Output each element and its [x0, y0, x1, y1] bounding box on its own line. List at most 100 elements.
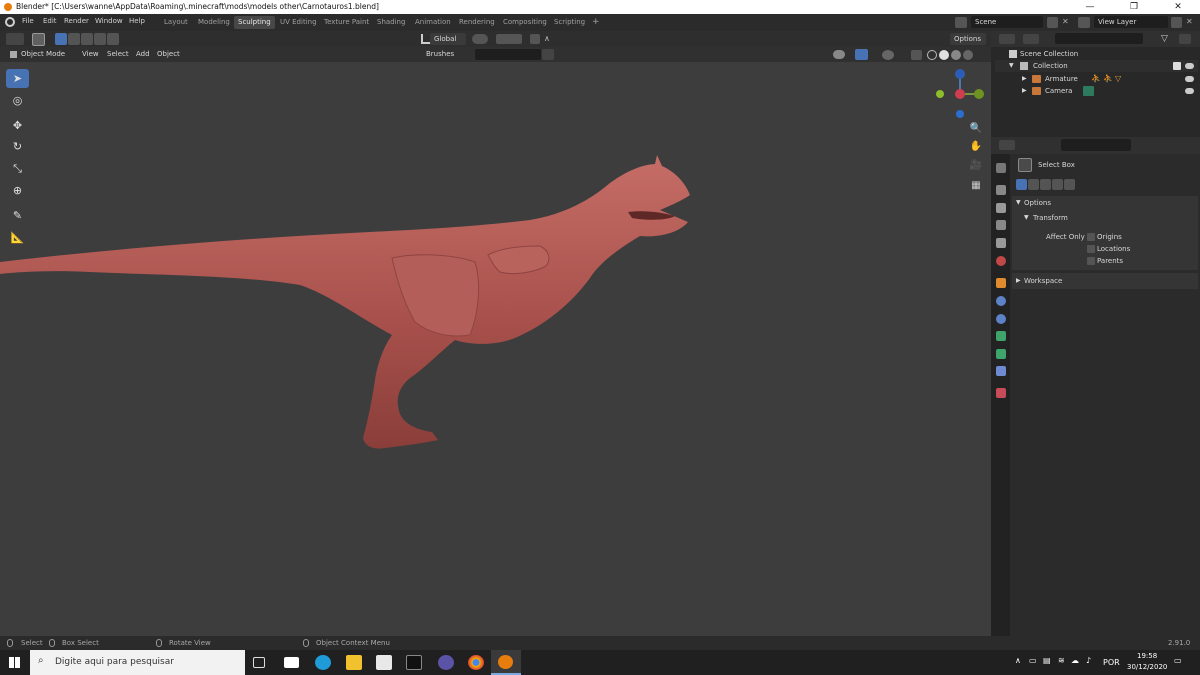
mode-subtract-icon[interactable]	[1040, 179, 1051, 190]
tab-scripting[interactable]: Scripting	[550, 16, 589, 29]
close-button[interactable]: ✕	[1156, 0, 1200, 14]
options-label[interactable]: Options	[1024, 199, 1051, 207]
parents-checkbox[interactable]	[1087, 257, 1095, 265]
select-tool-icon[interactable]: ➤	[6, 69, 29, 88]
tab-rendering[interactable]: Rendering	[455, 16, 499, 29]
scene-collection-row[interactable]: Scene Collection	[995, 48, 1198, 60]
outliner-item-armature[interactable]: ▶ Armature ⛹ ⛹ ▽	[995, 73, 1198, 85]
mode-new-icon[interactable]	[1016, 179, 1027, 190]
output-tab-icon[interactable]	[996, 203, 1006, 213]
new-view-layer-icon[interactable]	[1171, 17, 1182, 28]
rotate-tool-icon[interactable]: ↻	[6, 137, 29, 156]
menu-edit[interactable]: Edit	[43, 17, 57, 25]
render-tab-icon[interactable]	[996, 185, 1006, 195]
view-layer-icon[interactable]	[1078, 17, 1090, 28]
rendered-shading-icon[interactable]	[963, 50, 973, 60]
overlays-icon[interactable]	[882, 50, 894, 60]
filter-icon[interactable]: ▽	[1161, 34, 1171, 44]
menu-object[interactable]: Object	[157, 50, 180, 58]
pan-hand-icon[interactable]: ✋	[968, 139, 984, 155]
tab-animation[interactable]: Animation	[411, 16, 455, 29]
minimize-button[interactable]: —	[1068, 0, 1112, 14]
data-tab-icon[interactable]	[996, 366, 1006, 376]
mode-subtract-icon[interactable]	[81, 33, 93, 45]
properties-search-input[interactable]	[1061, 139, 1131, 151]
eye-icon[interactable]	[1185, 76, 1194, 82]
menu-help[interactable]: Help	[129, 17, 145, 25]
wireframe-shading-icon[interactable]	[927, 50, 937, 60]
windows-start-icon[interactable]	[9, 657, 20, 668]
new-collection-icon[interactable]	[1179, 34, 1191, 44]
delete-view-layer-icon[interactable]: ✕	[1186, 17, 1196, 28]
eye-icon[interactable]	[1185, 63, 1194, 69]
editor-type-icon[interactable]	[6, 33, 24, 45]
properties-editor-icon[interactable]	[999, 140, 1015, 150]
visibility-icon[interactable]	[833, 50, 845, 59]
delete-scene-icon[interactable]: ✕	[1062, 17, 1072, 28]
pivot-icon[interactable]	[472, 34, 488, 44]
display-mode-icon[interactable]	[1023, 34, 1039, 44]
measure-tool-icon[interactable]: 📐	[6, 228, 29, 247]
cloud-icon[interactable]: ☁	[1071, 656, 1079, 665]
language-indicator[interactable]: POR	[1103, 658, 1120, 667]
object-mode-dropdown[interactable]: Object Mode	[21, 50, 65, 58]
tab-modeling[interactable]: Modeling	[194, 16, 234, 29]
menu-window[interactable]: Window	[95, 17, 123, 25]
clock-date[interactable]: 30/12/2020	[1127, 663, 1167, 671]
options-dropdown[interactable]: Options	[950, 33, 986, 45]
chrome-icon[interactable]	[468, 655, 484, 670]
solid-shading-icon[interactable]	[939, 50, 949, 60]
edge-browser-icon[interactable]	[315, 655, 331, 670]
workspace-panel[interactable]: ▶ Workspace	[1012, 273, 1198, 289]
mode-extend-icon[interactable]	[68, 33, 80, 45]
mode-intersect-icon[interactable]	[107, 33, 119, 45]
checkbox-icon[interactable]	[1173, 62, 1181, 70]
brush-search-dropdown[interactable]	[542, 49, 554, 60]
file-explorer-icon[interactable]	[346, 655, 362, 670]
view-layer-tab-icon[interactable]	[996, 220, 1006, 230]
transform-expand-icon[interactable]: ▼	[1024, 214, 1029, 221]
expand-icon[interactable]: ▶	[1022, 85, 1027, 97]
tool-tab-icon[interactable]	[996, 163, 1006, 173]
orientation-dropdown[interactable]: Global	[430, 33, 466, 45]
falloff-icon[interactable]: ∧	[544, 34, 554, 44]
scene-tab-icon[interactable]	[996, 238, 1006, 248]
zoom-icon[interactable]: 🔍	[968, 121, 984, 137]
xray-icon[interactable]	[911, 50, 922, 60]
new-scene-icon[interactable]	[1047, 17, 1058, 28]
origins-checkbox[interactable]	[1087, 233, 1095, 241]
select-box-tool-icon[interactable]	[32, 33, 45, 46]
wifi-icon[interactable]: ≋	[1058, 656, 1065, 665]
mode-extend-icon[interactable]	[1028, 179, 1039, 190]
proportional-edit-icon[interactable]	[530, 34, 540, 44]
meet-now-icon[interactable]: ▭	[1029, 656, 1037, 665]
locations-checkbox[interactable]	[1087, 245, 1095, 253]
outliner-editor-icon[interactable]	[999, 34, 1015, 44]
object-tab-icon[interactable]	[996, 278, 1006, 288]
tab-compositing[interactable]: Compositing	[499, 16, 551, 29]
tab-sculpting[interactable]: Sculpting	[234, 16, 275, 29]
snap-icon[interactable]	[496, 34, 522, 44]
brush-search-input[interactable]	[475, 49, 541, 60]
particles-tab-icon[interactable]	[996, 314, 1006, 324]
outliner-item-collection[interactable]: ▼ Collection	[995, 60, 1198, 72]
mail-icon[interactable]	[284, 657, 299, 668]
maximize-button[interactable]: ❐	[1112, 0, 1156, 14]
expand-icon[interactable]: ▼	[1009, 60, 1014, 72]
world-tab-icon[interactable]	[996, 256, 1006, 266]
mode-difference-icon[interactable]	[94, 33, 106, 45]
scene-field[interactable]: Scene	[971, 16, 1043, 28]
gizmo-toggle-icon[interactable]	[855, 49, 868, 60]
store-icon[interactable]	[376, 655, 392, 670]
annotate-tool-icon[interactable]: ✎	[6, 206, 29, 225]
transform-tool-icon[interactable]: ⊕	[6, 181, 29, 200]
epic-games-icon[interactable]	[406, 655, 422, 670]
menu-select[interactable]: Select	[107, 50, 129, 58]
navigation-gizmo[interactable]	[932, 66, 988, 122]
mode-difference-icon[interactable]	[1052, 179, 1063, 190]
mode-intersect-icon[interactable]	[1064, 179, 1075, 190]
perspective-grid-icon[interactable]: ▦	[968, 178, 984, 194]
modifier-tab-icon[interactable]	[996, 296, 1006, 306]
task-view-icon[interactable]	[253, 657, 265, 668]
tab-shading[interactable]: Shading	[373, 16, 409, 29]
